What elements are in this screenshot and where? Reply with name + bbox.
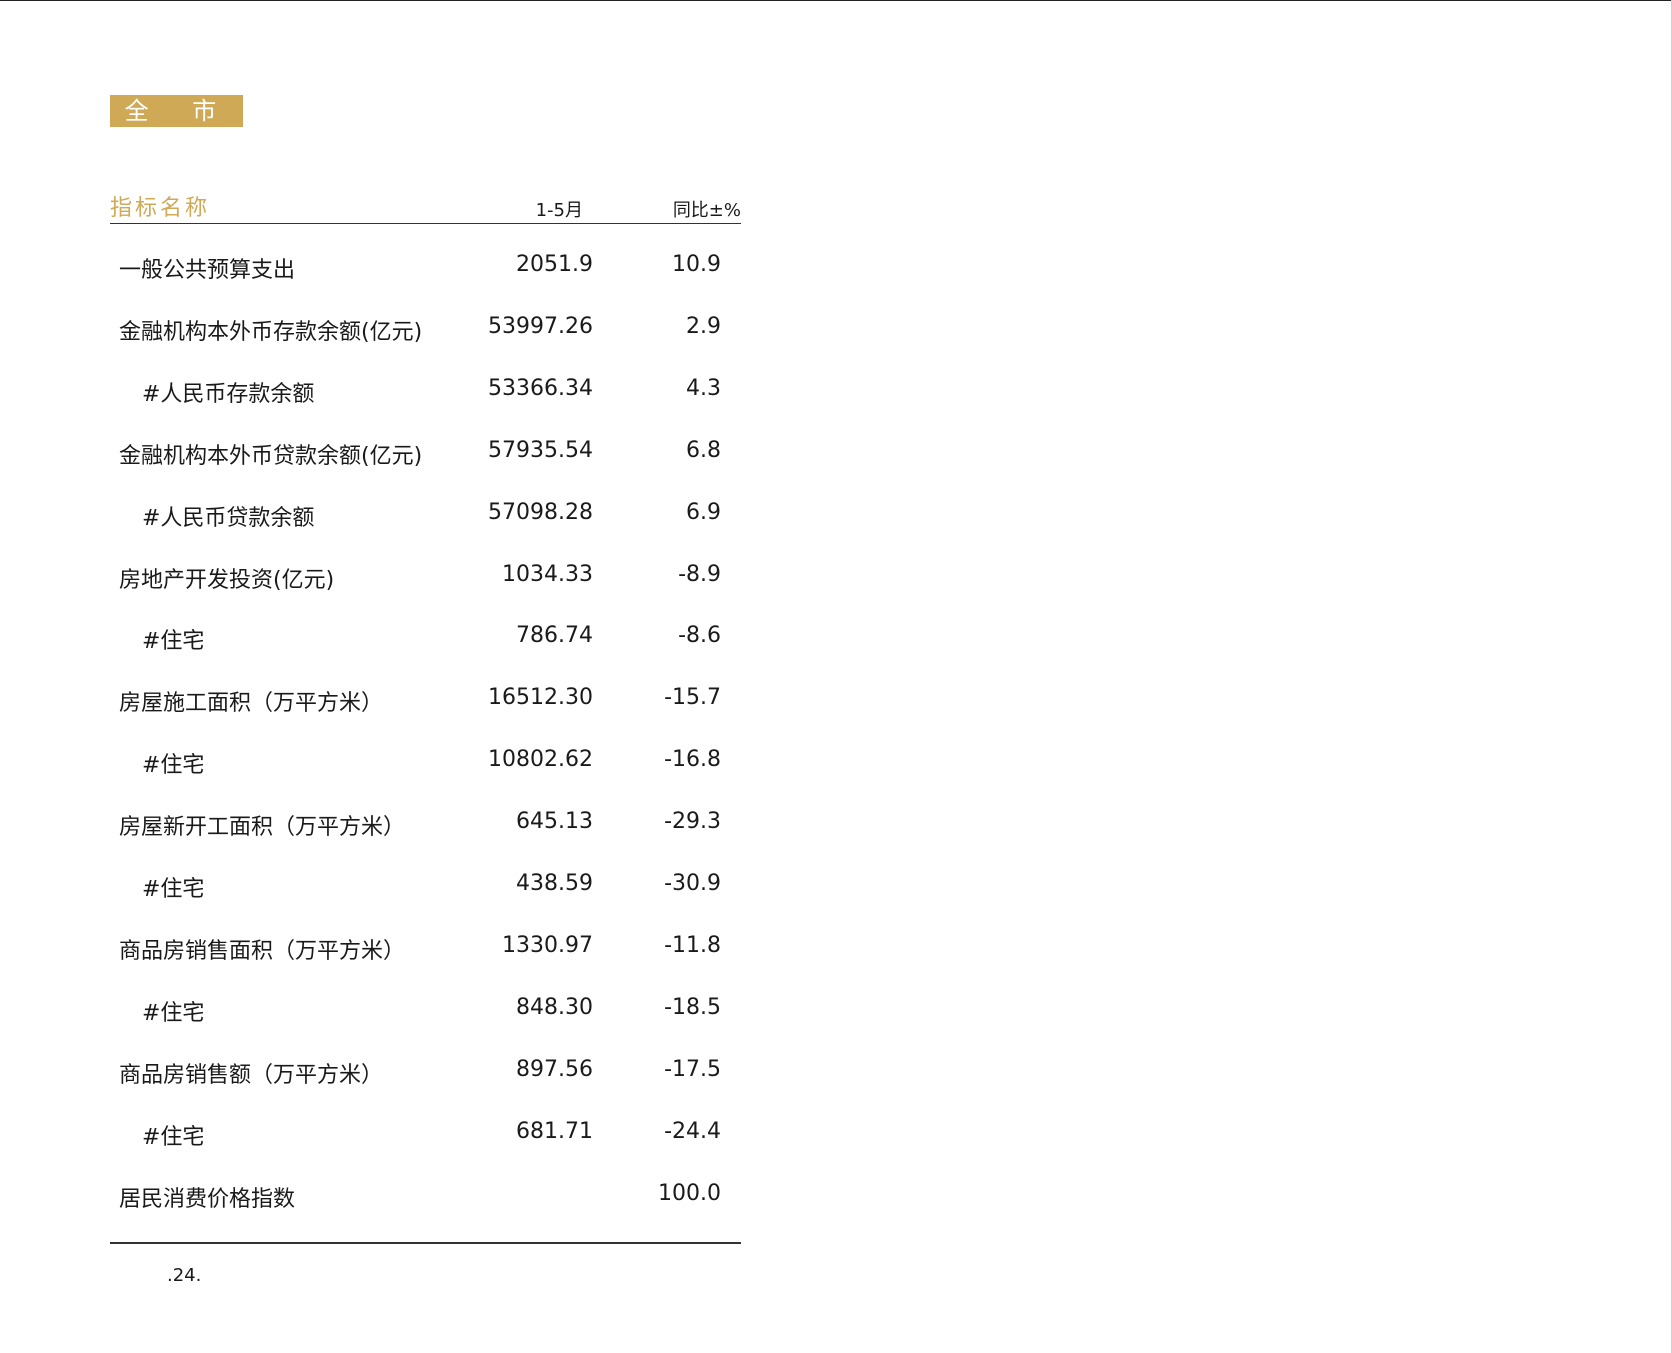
row-yoy-change: 10.9 bbox=[672, 252, 721, 277]
row-yoy-change: -24.4 bbox=[664, 1118, 721, 1144]
row-yoy-change: -18.5 bbox=[664, 994, 721, 1020]
table-row: 房地产开发投资(亿元) 1034.33 -8.9 bbox=[110, 556, 741, 596]
row-yoy-change: 4.3 bbox=[686, 375, 721, 401]
table-row: 居民消费价格指数 100.0 bbox=[110, 1175, 741, 1215]
section-title-badge: 全 市 bbox=[110, 95, 243, 127]
row-period-value: 16512.30 bbox=[488, 685, 593, 711]
row-yoy-change: -11.8 bbox=[664, 932, 721, 958]
row-yoy-change: -16.8 bbox=[664, 747, 721, 773]
row-period-value: 53366.34 bbox=[488, 375, 593, 401]
header-period-value: 1-5月 bbox=[535, 200, 583, 221]
table-row: #住宅 681.71 -24.4 bbox=[110, 1113, 741, 1153]
table-header: 指标名称 1-5月 同比±% bbox=[110, 188, 741, 224]
table-row: 房屋施工面积（万平方米） 16512.30 -15.7 bbox=[110, 679, 741, 719]
page-number: .24. bbox=[167, 1265, 202, 1286]
header-yoy-change: 同比±% bbox=[672, 200, 741, 221]
row-indicator-name: 房地产开发投资(亿元) bbox=[119, 567, 335, 593]
page-top-border bbox=[0, 0, 1672, 1]
row-yoy-change: -15.7 bbox=[664, 685, 721, 711]
row-indicator-name: 居民消费价格指数 bbox=[119, 1186, 296, 1212]
row-yoy-change: -8.6 bbox=[678, 623, 721, 649]
row-sub-indicator-name: #住宅 bbox=[142, 753, 205, 779]
table-row: #人民币存款余额 53366.34 4.3 bbox=[110, 370, 741, 410]
row-period-value: 681.71 bbox=[516, 1118, 593, 1144]
row-period-value: 57935.54 bbox=[488, 437, 593, 463]
row-period-value: 786.74 bbox=[516, 623, 593, 649]
row-yoy-change: -30.9 bbox=[664, 871, 721, 896]
table-row: 金融机构本外币存款余额(亿元) 53997.26 2.9 bbox=[110, 308, 741, 348]
table-bottom-rule bbox=[110, 1242, 741, 1244]
row-period-value: 57098.28 bbox=[488, 499, 593, 525]
row-indicator-name: 金融机构本外币贷款余额(亿元) bbox=[119, 443, 423, 469]
row-period-value: 2051.9 bbox=[516, 252, 593, 277]
row-yoy-change: 6.9 bbox=[686, 499, 721, 525]
row-sub-indicator-name: #人民币存款余额 bbox=[142, 381, 315, 407]
row-sub-indicator-name: #住宅 bbox=[142, 877, 205, 902]
table-row: 商品房销售额（万平方米） 897.56 -17.5 bbox=[110, 1051, 741, 1091]
row-indicator-name: 商品房销售额（万平方米） bbox=[119, 1062, 384, 1088]
row-indicator-name: 房屋新开工面积（万平方米） bbox=[119, 815, 406, 841]
row-indicator-name: 房屋施工面积（万平方米） bbox=[119, 691, 384, 717]
row-period-value: 1034.33 bbox=[502, 561, 593, 587]
table-row: 房屋新开工面积（万平方米） 645.13 -29.3 bbox=[110, 803, 741, 843]
table-row: #住宅 848.30 -18.5 bbox=[110, 989, 741, 1029]
row-period-value: 897.56 bbox=[516, 1056, 593, 1082]
table-row: 金融机构本外币贷款余额(亿元) 57935.54 6.8 bbox=[110, 432, 741, 472]
row-sub-indicator-name: #住宅 bbox=[142, 629, 205, 655]
row-yoy-change: -8.9 bbox=[678, 561, 721, 587]
table-row: 一般公共预算支出 2051.9 10.9 bbox=[110, 246, 741, 286]
row-period-value: 53997.26 bbox=[488, 313, 593, 339]
row-yoy-change: 6.8 bbox=[686, 437, 721, 463]
table-row: #住宅 438.59 -30.9 bbox=[110, 865, 741, 905]
row-indicator-name: 一般公共预算支出 bbox=[119, 258, 296, 283]
statistics-table: 指标名称 1-5月 同比±% 一般公共预算支出 2051.9 10.9 金融机构本外币… bbox=[110, 188, 741, 1212]
table-row: #人民币贷款余额 57098.28 6.9 bbox=[110, 494, 741, 534]
row-yoy-change: 2.9 bbox=[686, 313, 721, 339]
row-indicator-name: 商品房销售面积（万平方米） bbox=[119, 938, 406, 964]
row-period-value: 848.30 bbox=[516, 994, 593, 1020]
row-period-value: 10802.62 bbox=[488, 747, 593, 773]
row-yoy-change: -17.5 bbox=[664, 1056, 721, 1082]
row-yoy-change: 100.0 bbox=[658, 1180, 721, 1206]
row-sub-indicator-name: #人民币贷款余额 bbox=[142, 505, 315, 531]
row-yoy-change: -29.3 bbox=[664, 809, 721, 835]
table-row: #住宅 10802.62 -16.8 bbox=[110, 741, 741, 781]
row-sub-indicator-name: #住宅 bbox=[142, 1124, 205, 1150]
row-indicator-name: 金融机构本外币存款余额(亿元) bbox=[119, 319, 423, 345]
row-sub-indicator-name: #住宅 bbox=[142, 1000, 205, 1026]
row-period-value: 1330.97 bbox=[502, 932, 593, 958]
row-period-value: 645.13 bbox=[516, 809, 593, 835]
table-row: 商品房销售面积（万平方米） 1330.97 -11.8 bbox=[110, 927, 741, 967]
header-indicator-name: 指标名称 bbox=[110, 196, 211, 221]
table-row: #住宅 786.74 -8.6 bbox=[110, 617, 741, 657]
row-period-value: 438.59 bbox=[516, 871, 593, 896]
